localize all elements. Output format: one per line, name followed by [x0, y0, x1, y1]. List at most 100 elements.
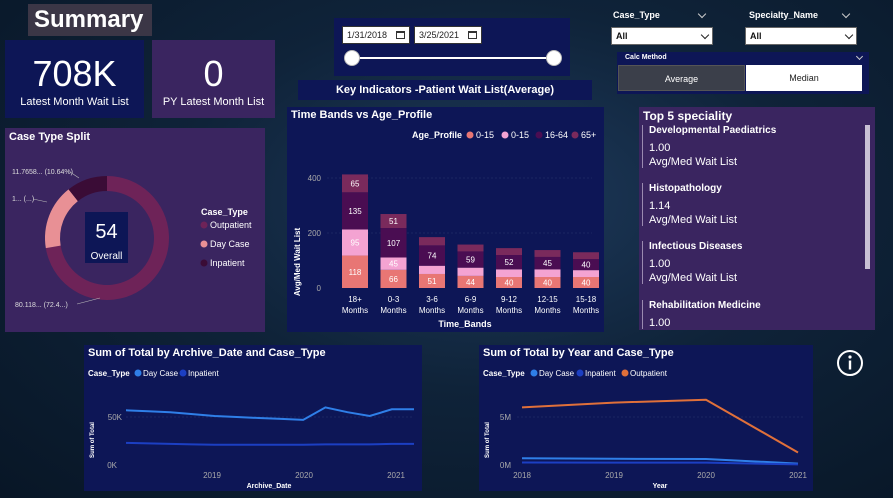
bar-data-label: 44: [466, 278, 475, 287]
top5-item-sub: Avg/Med Wait List: [649, 156, 738, 168]
year-line-chart: Case_Type Day Case Inpatient Outpatient …: [483, 369, 807, 490]
calendar-icon[interactable]: [396, 31, 405, 39]
donut-label-inpatient: 11.7658... (10.64%): [12, 169, 73, 176]
donut-slice-day-case[interactable]: [44, 189, 78, 249]
bar-data-label: 66: [389, 275, 398, 284]
top5-speciality-panel: Top 5 speciality Developmental Paediatri…: [639, 107, 875, 330]
specialty-slicer: Specialty_Name All: [745, 6, 857, 46]
top5-item: Histopathology 1.14 Avg/Med Wait List: [642, 183, 852, 226]
date-slider-start-handle[interactable]: [344, 50, 360, 66]
bar-y-tick: 0: [317, 284, 322, 293]
year-y-axis-label: Sum of Total: [485, 422, 491, 458]
arch-legend-dot: [179, 369, 187, 377]
kpi-value: 708K: [32, 53, 117, 94]
top5-item-sub: Avg/Med Wait List: [649, 272, 738, 284]
bar-x-tick: 6-9: [465, 295, 477, 304]
year-legend-dot: [621, 369, 629, 377]
donut-label-daycase: 1... (...): [12, 196, 34, 203]
donut-legend-title: Case_Type: [201, 207, 248, 217]
chevron-down-icon[interactable]: [700, 30, 710, 39]
bar-segment[interactable]: [496, 269, 522, 277]
stacked-bar-chart: Age_Profile 0-15 0-15 16-64 65+ Avg/Med …: [293, 130, 599, 329]
arch-series-line[interactable]: [125, 441, 414, 446]
year-legend-label: Outpatient: [630, 369, 668, 378]
top5-scrollbar[interactable]: [865, 125, 870, 269]
arch-series-line[interactable]: [125, 406, 414, 421]
bar-x-tick: Months: [419, 306, 445, 315]
kpi-label: PY Latest Month List: [162, 96, 265, 108]
age-legend-label: 16-64: [545, 130, 568, 140]
bar-x-tick: 12-15: [537, 295, 558, 304]
start-date-text: 1/31/2018: [347, 30, 388, 40]
bar-x-tick: 15-18: [576, 295, 597, 304]
top5-item-name: Histopathology: [649, 183, 722, 194]
arch-legend-label: Inpatient: [188, 369, 219, 378]
calc-average-button[interactable]: Average: [618, 65, 745, 91]
bar-data-label: 59: [466, 256, 475, 265]
arch-legend-dot: [134, 369, 142, 377]
top5-item-value: 1.00: [649, 142, 671, 154]
specialty-dropdown[interactable]: All: [745, 27, 857, 45]
bar-x-tick: Months: [573, 306, 599, 315]
bar-segment[interactable]: [419, 265, 445, 274]
age-legend-dot: [535, 131, 543, 139]
year-chart-panel: Sum of Total by Year and Case_Type Case_…: [479, 345, 813, 491]
bar-segment[interactable]: [457, 244, 484, 252]
year-legend-title: Case_Type: [483, 369, 525, 378]
bar-x-tick: Months: [457, 306, 483, 315]
donut-chart: 54 Overall 11.7658... (10.64%) 1... (...…: [12, 169, 252, 309]
bar-segment[interactable]: [573, 252, 599, 260]
age-legend-label: 65+: [581, 130, 596, 140]
calendar-icon[interactable]: [468, 31, 477, 39]
year-series-line[interactable]: [521, 461, 799, 466]
calc-median-button[interactable]: Median: [746, 65, 862, 91]
top5-item-value: 1.14: [649, 200, 671, 212]
bar-segment[interactable]: [534, 250, 561, 257]
year-legend-label: Day Case: [539, 369, 575, 378]
bar-data-label: 74: [428, 252, 437, 261]
year-series-line[interactable]: [521, 398, 799, 454]
case-type-selected: All: [616, 31, 628, 41]
end-date-input[interactable]: 3/25/2021: [414, 26, 482, 44]
bar-x-tick: 0-3: [388, 295, 400, 304]
top5-title: Top 5 speciality: [643, 109, 733, 123]
bar-x-tick: Months: [496, 306, 522, 315]
bar-data-label: 40: [582, 279, 591, 288]
arch-y-tick: 50K: [108, 413, 123, 422]
bar-data-label: 107: [387, 239, 401, 248]
start-date-input[interactable]: 1/31/2018: [342, 26, 410, 44]
year-x-tick: 2020: [697, 471, 715, 480]
year-legend-label: Inpatient: [585, 369, 616, 378]
bar-data-label: 45: [543, 259, 552, 268]
time-bands-panel: Time Bands vs Age_Profile Age_Profile 0-…: [287, 107, 604, 332]
kpi-label: Latest Month Wait List: [20, 96, 129, 108]
case-type-dropdown[interactable]: All: [611, 27, 713, 45]
donut-leader-daycase: [32, 198, 48, 203]
age-legend-dot: [571, 131, 579, 139]
date-slider-end-handle[interactable]: [546, 50, 562, 66]
bar-x-tick: Months: [342, 306, 368, 315]
year-y-tick: 0M: [500, 461, 511, 470]
end-date-text: 3/25/2021: [419, 30, 460, 40]
bar-data-label: 51: [389, 217, 398, 226]
arch-x-tick: 2019: [203, 471, 221, 480]
chevron-down-icon[interactable]: [844, 30, 854, 39]
legend-label-inpatient: Inpatient: [210, 258, 245, 268]
info-icon[interactable]: [836, 349, 864, 377]
bar-segment[interactable]: [534, 269, 561, 277]
top5-item-sub: Avg/Med Wait List: [649, 214, 738, 226]
calc-method-slicer: Calc Method Average Median: [617, 52, 869, 94]
bar-segment[interactable]: [573, 270, 599, 277]
bar-y-tick: 400: [308, 174, 322, 183]
bar-data-label: 40: [505, 279, 514, 288]
chevron-down-icon[interactable]: [855, 52, 864, 61]
bar-segment[interactable]: [496, 248, 522, 255]
bar-segment[interactable]: [419, 237, 445, 246]
date-slider-track[interactable]: [352, 57, 554, 59]
bar-segment[interactable]: [457, 267, 484, 276]
top5-item: Developmental Paediatrics 1.00 Avg/Med W…: [642, 125, 852, 168]
chevron-down-icon[interactable]: [841, 9, 851, 19]
bar-data-label: 118: [349, 268, 362, 277]
chevron-down-icon[interactable]: [697, 9, 707, 19]
bar-x-tick: 3-6: [426, 295, 438, 304]
